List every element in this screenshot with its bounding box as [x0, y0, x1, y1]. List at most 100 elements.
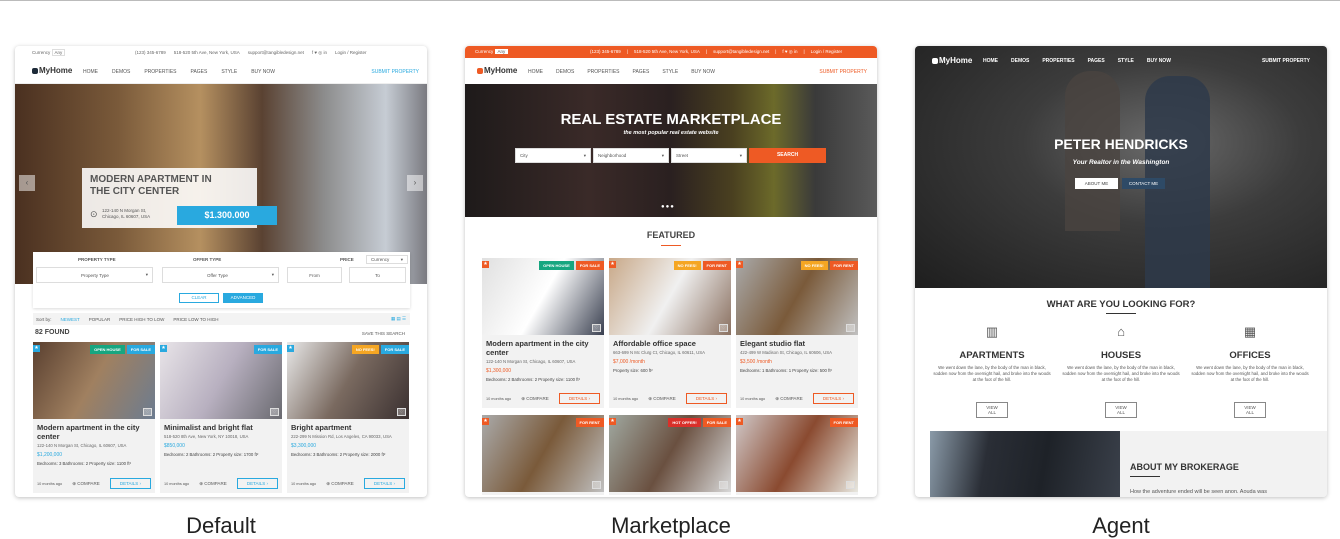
city-select[interactable]: City ▾	[515, 148, 591, 163]
favorite-heart-icon[interactable]: ♡	[397, 408, 406, 416]
logo[interactable]: MyHome	[932, 56, 972, 65]
advanced-button[interactable]: ADVANCED	[223, 293, 263, 303]
login-link[interactable]: Login / Register	[811, 49, 843, 55]
favorite-heart-icon[interactable]: ♡	[270, 408, 279, 416]
nav-buy-now[interactable]: BUY NOW	[691, 69, 715, 75]
nav-style[interactable]: STYLE	[662, 69, 678, 75]
hero-title[interactable]: MODERN APARTMENT IN THE CITY CENTER	[90, 174, 230, 198]
compare-button[interactable]: ⊕ COMPARE	[199, 481, 226, 487]
demo-label-agent[interactable]: Agent	[915, 513, 1327, 539]
currency-value[interactable]: Any	[494, 49, 509, 54]
property-image[interactable]: ★ NO FEES! FOR RENT ♡	[736, 258, 858, 335]
property-card[interactable]: ★ NO FEES! FOR RENT ♡ Affordable office spac…	[609, 258, 731, 408]
compare-button[interactable]: ⊕ COMPARE	[326, 481, 353, 487]
property-title[interactable]: Elegant studio flat	[736, 335, 858, 348]
logo[interactable]: MyHome	[32, 66, 72, 75]
nav-buy-now[interactable]: BUY NOW	[251, 69, 275, 75]
property-card[interactable]: ★ NO FEES! FOR SALE ♡ Bright apartment 222-29…	[287, 342, 409, 493]
nav-style[interactable]: STYLE	[221, 69, 237, 75]
property-image[interactable]: ★ FOR SALE ♡	[160, 342, 282, 419]
nav-demos[interactable]: DEMOS	[112, 69, 130, 75]
price-from-input[interactable]: From	[287, 267, 342, 283]
property-image[interactable]: ★ NO FEES! FOR SALE ♡	[287, 342, 409, 419]
hero-price[interactable]: $1.300.000	[177, 206, 277, 225]
favorite-heart-icon[interactable]: ♡	[719, 481, 728, 489]
favorite-heart-icon[interactable]: ♡	[846, 324, 855, 332]
email[interactable]: support@tangibledesign.net	[248, 50, 304, 56]
details-button[interactable]: DETAILS ›	[685, 393, 727, 404]
property-title[interactable]: Affordable office space	[609, 335, 731, 348]
details-button[interactable]: DETAILS ›	[558, 393, 600, 404]
nav-pages[interactable]: PAGES	[190, 69, 207, 75]
social-icons[interactable]: f ♥ ◎ in	[782, 49, 797, 55]
contact-me-button[interactable]: CONTACT ME	[1122, 178, 1165, 189]
property-card[interactable]: ★ NO FEES! FOR RENT ♡ Elegant studio flat 422…	[736, 258, 858, 408]
property-image[interactable]: ★ OPEN HOUSE FOR SALE ♡	[33, 342, 155, 419]
compare-button[interactable]: ⊕ COMPARE	[72, 481, 99, 487]
view-all-button[interactable]: VIEW ALL	[1105, 402, 1137, 418]
nav-properties[interactable]: PROPERTIES	[587, 69, 619, 75]
property-type-select[interactable]: Property Type ▾	[36, 267, 153, 283]
property-title[interactable]: Modern apartment in the city center	[482, 335, 604, 357]
slider-prev-arrow[interactable]: ‹	[19, 175, 35, 191]
property-image[interactable]: ★ FOR RENT ♡	[736, 415, 858, 492]
property-image[interactable]: ★ FOR RENT ♡	[482, 415, 604, 492]
slider-next-arrow[interactable]: ›	[407, 175, 423, 191]
email[interactable]: support@tangibledesign.net	[713, 49, 769, 55]
demo-label-default[interactable]: Default	[15, 513, 427, 539]
property-card[interactable]: ★ FOR RENT ♡	[736, 415, 858, 495]
nav-home[interactable]: HOME	[983, 58, 998, 64]
property-card[interactable]: ★ OPEN HOUSE FOR SALE ♡ Modern apartment in …	[33, 342, 155, 493]
property-card[interactable]: ★ OPEN HOUSE FOR SALE ♡ Modern apartment in …	[482, 258, 604, 408]
details-button[interactable]: DETAILS ›	[109, 478, 151, 489]
nav-demos[interactable]: DEMOS	[556, 69, 574, 75]
property-card[interactable]: ★ HOT OFFER! FOR SALE ♡	[609, 415, 731, 495]
view-toggle-icons[interactable]: ▦ ▤ ☰	[391, 316, 406, 322]
nav-buy-now[interactable]: BUY NOW	[1147, 58, 1171, 64]
currency-select[interactable]: Currency ▾	[366, 255, 408, 264]
property-image[interactable]: ★ HOT OFFER! FOR SALE ♡	[609, 415, 731, 492]
search-button[interactable]: SEARCH	[749, 148, 826, 163]
property-card[interactable]: ★ FOR RENT ♡	[482, 415, 604, 495]
login-link[interactable]: Login / Register	[335, 50, 367, 56]
sort-price-low-high[interactable]: PRICE LOW TO HIGH	[173, 317, 218, 322]
property-image[interactable]: ★ NO FEES! FOR RENT ♡	[609, 258, 731, 335]
sort-price-high-low[interactable]: PRICE HIGH TO LOW	[119, 317, 164, 322]
view-all-button[interactable]: VIEW ALL	[976, 402, 1008, 418]
nav-home[interactable]: HOME	[83, 69, 98, 75]
slider-dots[interactable]: ●●●	[661, 204, 675, 210]
nav-home[interactable]: HOME	[528, 69, 543, 75]
submit-property-link[interactable]: SUBMIT PROPERTY	[371, 69, 419, 75]
demo-agent-preview[interactable]: MyHome HOME DEMOS PROPERTIES PAGES STYLE BUY …	[915, 46, 1327, 497]
nav-properties[interactable]: PROPERTIES	[144, 69, 176, 75]
social-icons[interactable]: f ♥ ◎ in	[312, 50, 327, 56]
view-all-button[interactable]: VIEW ALL	[1234, 402, 1266, 418]
nav-demos[interactable]: DEMOS	[1011, 58, 1029, 64]
hero-property-box[interactable]: MODERN APARTMENT IN THE CITY CENTER ⊙ 12…	[82, 168, 277, 228]
offer-type-select[interactable]: Offer Type ▾	[162, 267, 279, 283]
street-select[interactable]: Street ▾	[671, 148, 747, 163]
demo-label-marketplace[interactable]: Marketplace	[465, 513, 877, 539]
sort-popular[interactable]: POPULAR	[89, 317, 111, 322]
nav-pages[interactable]: PAGES	[1088, 58, 1105, 64]
favorite-heart-icon[interactable]: ♡	[143, 408, 152, 416]
sort-newest[interactable]: NEWEST	[61, 317, 80, 322]
logo[interactable]: MyHome	[477, 66, 517, 75]
currency-selector[interactable]: Currency Any	[32, 49, 66, 56]
property-title[interactable]: Bright apartment	[287, 419, 409, 432]
favorite-heart-icon[interactable]: ♡	[592, 481, 601, 489]
save-search-link[interactable]: SAVE THIS SEARCH	[362, 331, 405, 336]
about-me-button[interactable]: ABOUT ME	[1075, 178, 1118, 189]
compare-button[interactable]: ⊕ COMPARE	[648, 396, 675, 402]
property-title[interactable]: Modern apartment in the city center	[33, 419, 155, 441]
favorite-heart-icon[interactable]: ♡	[719, 324, 728, 332]
nav-properties[interactable]: PROPERTIES	[1042, 58, 1074, 64]
property-title[interactable]: Minimalist and bright flat	[160, 419, 282, 432]
demo-default-preview[interactable]: Currency Any (123) 345-6789 518-520 5th …	[15, 46, 427, 497]
clear-button[interactable]: CLEAR	[179, 293, 219, 303]
details-button[interactable]: DETAILS ›	[236, 478, 278, 489]
property-image[interactable]: ★ OPEN HOUSE FOR SALE ♡	[482, 258, 604, 335]
favorite-heart-icon[interactable]: ♡	[846, 481, 855, 489]
property-card[interactable]: ★ FOR SALE ♡ Minimalist and bright flat 518-…	[160, 342, 282, 493]
submit-property-link[interactable]: SUBMIT PROPERTY	[819, 69, 867, 75]
